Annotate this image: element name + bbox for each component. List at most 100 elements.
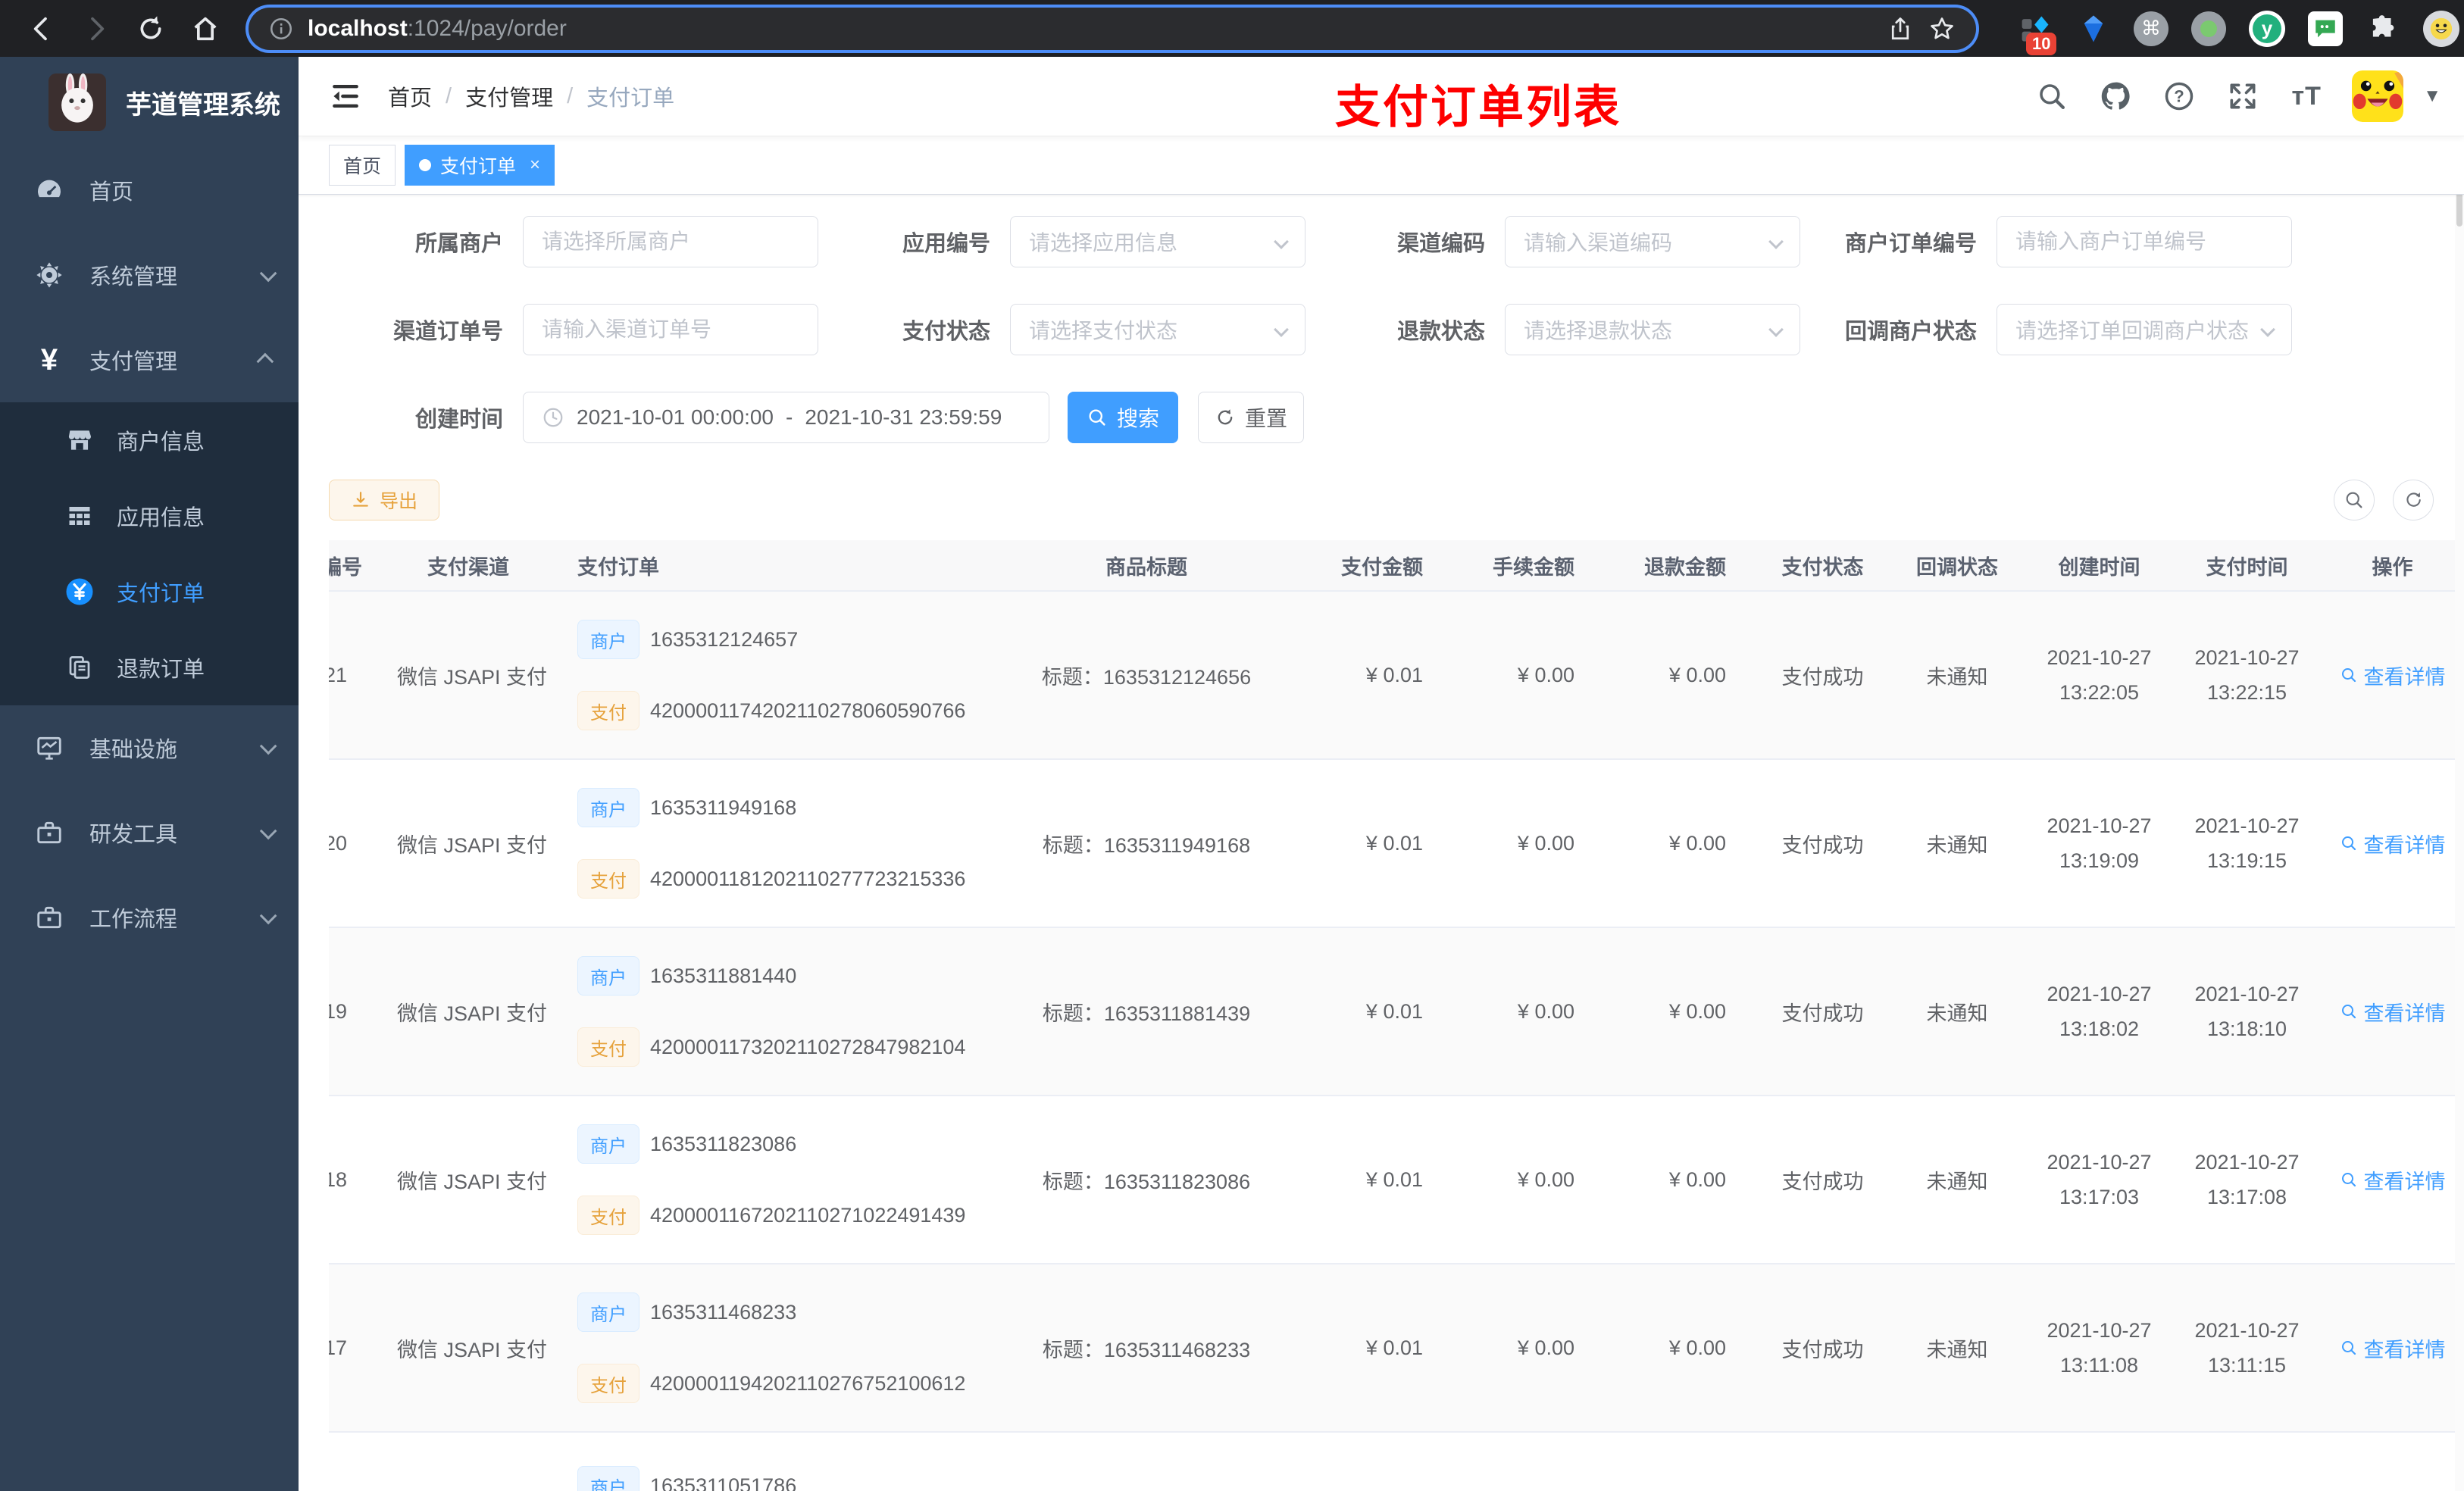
- breadcrumb-pay[interactable]: 支付管理: [465, 80, 553, 112]
- col-channel: 支付渠道: [377, 540, 559, 592]
- chevron-down-icon: [1274, 322, 1289, 337]
- breadcrumb-home[interactable]: 首页: [388, 80, 432, 112]
- table-row: 19 微信 JSAPI 支付 商户 1635311881440 支付 4200001…: [329, 927, 2464, 1096]
- merchant-input[interactable]: [523, 216, 818, 267]
- refund-amount: ¥ 0.00: [1605, 1264, 1756, 1433]
- home-icon[interactable]: [182, 5, 229, 52]
- pay-amount: ¥ 0.01: [1309, 927, 1453, 1096]
- pay-tag: 支付: [577, 859, 639, 899]
- user-avatar[interactable]: [2352, 70, 2404, 122]
- view-detail-link[interactable]: 查看详情: [2340, 829, 2446, 858]
- fee-amount: ¥ 0.00: [1453, 591, 1605, 760]
- refresh-table-button[interactable]: [2393, 480, 2434, 520]
- app-no-select[interactable]: 请选择应用信息: [1010, 216, 1305, 267]
- dot-extension-icon[interactable]: [2191, 11, 2226, 46]
- sidebar-item-workflow[interactable]: 工作流程: [0, 875, 299, 960]
- merchant-order-no-input[interactable]: [1997, 216, 2292, 267]
- profile-avatar-icon[interactable]: [2423, 10, 2459, 47]
- url-bar[interactable]: localhost:1024/pay/order: [249, 7, 1976, 50]
- sidebar-collapse-icon[interactable]: [329, 80, 362, 113]
- reset-button[interactable]: 重置: [1198, 392, 1304, 443]
- chat-extension-icon[interactable]: [2308, 11, 2343, 46]
- help-icon[interactable]: ?: [2161, 78, 2197, 114]
- order-id: 21: [329, 663, 348, 686]
- share-icon[interactable]: [1887, 15, 1914, 42]
- notify-status: 未通知: [1889, 927, 2025, 1096]
- font-size-icon[interactable]: тT: [2288, 78, 2325, 114]
- toggle-search-button[interactable]: [2334, 480, 2375, 520]
- channel-pay-no: 4200001167202110271022491439: [650, 1203, 966, 1227]
- channel-order-no-input[interactable]: [523, 304, 818, 355]
- sketch-extension-icon[interactable]: [2076, 11, 2111, 46]
- filter-row-3: 创建时间 2021-10-01 00:00:00 - 2021-10-31 23…: [329, 392, 2464, 443]
- yen-circle-icon: [62, 576, 97, 608]
- notify-status: 未通知: [1889, 1096, 2025, 1264]
- refresh-icon: [1218, 409, 1233, 425]
- briefcase-icon: [32, 903, 67, 932]
- logo-rabbit-image: [48, 73, 106, 131]
- back-icon[interactable]: [18, 5, 65, 52]
- col-pay-time: 支付时间: [2173, 540, 2321, 592]
- grid-icon: [62, 502, 97, 530]
- export-button[interactable]: 导出: [329, 480, 439, 520]
- col-pay-status: 支付状态: [1756, 540, 1889, 592]
- forward-icon[interactable]: [73, 5, 120, 52]
- pay-status: 支付成功: [1756, 591, 1889, 760]
- tab-home[interactable]: 首页: [329, 145, 396, 186]
- table-row: 21 微信 JSAPI 支付 商户 1635312124657 支付 4200001…: [329, 591, 2464, 760]
- view-detail-link[interactable]: 查看详情: [2340, 1333, 2446, 1363]
- github-icon[interactable]: [2097, 78, 2134, 114]
- notify-status: 未通知: [1889, 591, 2025, 760]
- filter-row-1: 所属商户 应用编号 请选择应用信息 渠道编码 请输入渠道编码 商户订单编号: [329, 216, 2464, 267]
- tab-pay-order[interactable]: 支付订单 ×: [405, 145, 555, 186]
- magnifier-icon: [2341, 668, 2356, 683]
- channel-code-select[interactable]: 请输入渠道编码: [1505, 216, 1800, 267]
- pay-status-label: 支付状态: [902, 320, 990, 344]
- site-info-icon[interactable]: [268, 16, 294, 42]
- refund-status-select[interactable]: 请选择退款状态: [1505, 304, 1800, 355]
- caret-down-icon[interactable]: ▼: [2423, 86, 2441, 107]
- sidebar-item-refund-order[interactable]: 退款订单: [0, 630, 299, 705]
- app-logo[interactable]: 芋道管理系统: [0, 57, 299, 148]
- reload-icon[interactable]: [127, 5, 174, 52]
- sidebar-item-system[interactable]: 系统管理: [0, 233, 299, 317]
- search-icon[interactable]: [2034, 78, 2070, 114]
- y-extension-icon[interactable]: y: [2249, 10, 2285, 47]
- merchant-tag: 商户: [577, 1293, 639, 1332]
- bookmark-star-icon[interactable]: [1928, 14, 1956, 43]
- merchant-tag: 商户: [577, 956, 639, 996]
- col-amount: 支付金额: [1309, 540, 1453, 592]
- sidebar-item-pay-order[interactable]: 支付订单: [0, 554, 299, 630]
- chevron-down-icon: [1768, 322, 1784, 337]
- fullscreen-icon[interactable]: [2225, 78, 2261, 114]
- command-extension-icon[interactable]: ⌘: [2134, 11, 2169, 46]
- close-icon[interactable]: ×: [530, 155, 540, 176]
- svg-text:?: ?: [2175, 87, 2184, 106]
- magnifier-icon: [2341, 1341, 2356, 1355]
- view-detail-link[interactable]: 查看详情: [2340, 661, 2446, 690]
- merchant-label: 所属商户: [414, 232, 503, 256]
- fee-amount: ¥ 0.00: [1453, 1264, 1605, 1433]
- sidebar-item-home[interactable]: 首页: [0, 148, 299, 233]
- pay-tag: 支付: [577, 1364, 639, 1403]
- pay-status-select[interactable]: 请选择支付状态: [1010, 304, 1305, 355]
- merchant-tag: 商户: [577, 620, 639, 659]
- sidebar-item-pay[interactable]: ¥ 支付管理: [0, 317, 299, 402]
- view-detail-link[interactable]: 查看详情: [2340, 997, 2446, 1027]
- sidebar-item-merchant-info[interactable]: 商户信息: [0, 402, 299, 478]
- download-icon: [353, 492, 368, 507]
- magnifier-icon: [2341, 1173, 2356, 1187]
- create-time-range-picker[interactable]: 2021-10-01 00:00:00 - 2021-10-31 23:59:5…: [523, 392, 1049, 443]
- sidebar-item-devtools[interactable]: 研发工具: [0, 790, 299, 875]
- pay-tag: 支付: [577, 1196, 639, 1235]
- callback-status-select[interactable]: 请选择订单回调商户状态: [1997, 304, 2292, 355]
- view-detail-link[interactable]: 查看详情: [2340, 1165, 2446, 1195]
- pay-amount: ¥ 0.01: [1309, 759, 1453, 928]
- orders-table: 编号 支付渠道 支付订单 商品标题 支付金额 手续金额 退款金额 支付状态 回调…: [329, 540, 2464, 1491]
- sidebar-item-infra[interactable]: 基础设施: [0, 705, 299, 790]
- extension-pinned-icon[interactable]: 10: [2018, 11, 2057, 55]
- page-scrollbar[interactable]: [2455, 57, 2464, 1491]
- puzzle-extensions-icon[interactable]: [2366, 11, 2400, 46]
- search-button[interactable]: 搜索: [1068, 392, 1178, 443]
- sidebar-item-app-info[interactable]: 应用信息: [0, 478, 299, 554]
